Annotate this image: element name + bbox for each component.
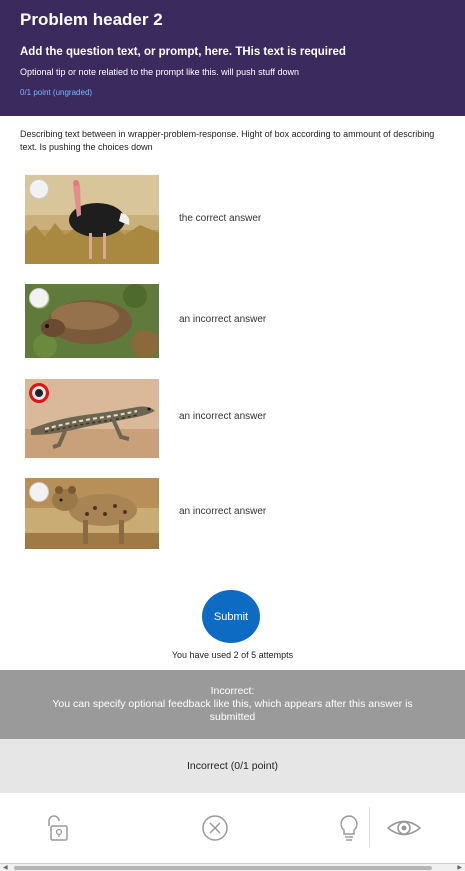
lizard-image: [25, 379, 159, 458]
choice-label: an incorrect answer: [179, 314, 267, 325]
attempts-counter: You have used 2 of 5 attempts: [171, 650, 294, 660]
beaver-image: [25, 284, 159, 358]
points-label: 0/1 point (ungraded): [20, 88, 93, 97]
hyena-image: [25, 478, 159, 549]
choice-radio[interactable]: [29, 179, 49, 199]
choice-item[interactable]: the correct answer: [25, 175, 445, 264]
choice-label: an incorrect answer: [179, 506, 267, 517]
choice-item[interactable]: an incorrect answer: [25, 379, 445, 458]
choice-item[interactable]: an incorrect answer: [25, 284, 445, 358]
scroll-left-icon[interactable]: ◀: [3, 864, 8, 871]
problem-description: Describing text between in wrapper-probl…: [20, 129, 435, 152]
scrollbar-thumb[interactable]: [14, 866, 432, 870]
choice-label: an incorrect answer: [179, 411, 267, 422]
scroll-right-icon[interactable]: ▶: [457, 864, 462, 871]
unlock-icon[interactable]: [40, 811, 74, 845]
feedback-text: You can specify optional feedback like t…: [52, 698, 413, 723]
submit-button[interactable]: Submit: [202, 590, 260, 643]
lightbulb-icon[interactable]: [332, 811, 366, 845]
prompt-tip: Optional tip or note relatied to the pro…: [20, 67, 299, 77]
eye-icon[interactable]: [385, 811, 423, 845]
problem-title: Problem header 2: [20, 10, 163, 29]
choice-radio-selected[interactable]: [29, 383, 49, 403]
horizontal-scrollbar[interactable]: ◀ ▶: [0, 863, 465, 871]
close-circle-icon[interactable]: [198, 811, 232, 845]
question-prompt: Add the question text, or prompt, here. …: [20, 46, 346, 58]
result-status: Incorrect (0/1 point): [0, 739, 465, 793]
feedback-panel: Incorrect: You can specify optional feed…: [0, 670, 465, 739]
choice-radio[interactable]: [29, 288, 49, 308]
ostrich-image: [25, 175, 159, 264]
problem-header: Problem header 2 Add the question text, …: [0, 0, 465, 116]
problem-toolbar: [0, 793, 465, 863]
toolbar-divider: [369, 807, 370, 847]
choice-label: the correct answer: [179, 213, 262, 224]
choice-radio[interactable]: [29, 482, 49, 502]
feedback-title: Incorrect:: [210, 685, 255, 697]
choice-item[interactable]: an incorrect answer: [25, 478, 445, 549]
